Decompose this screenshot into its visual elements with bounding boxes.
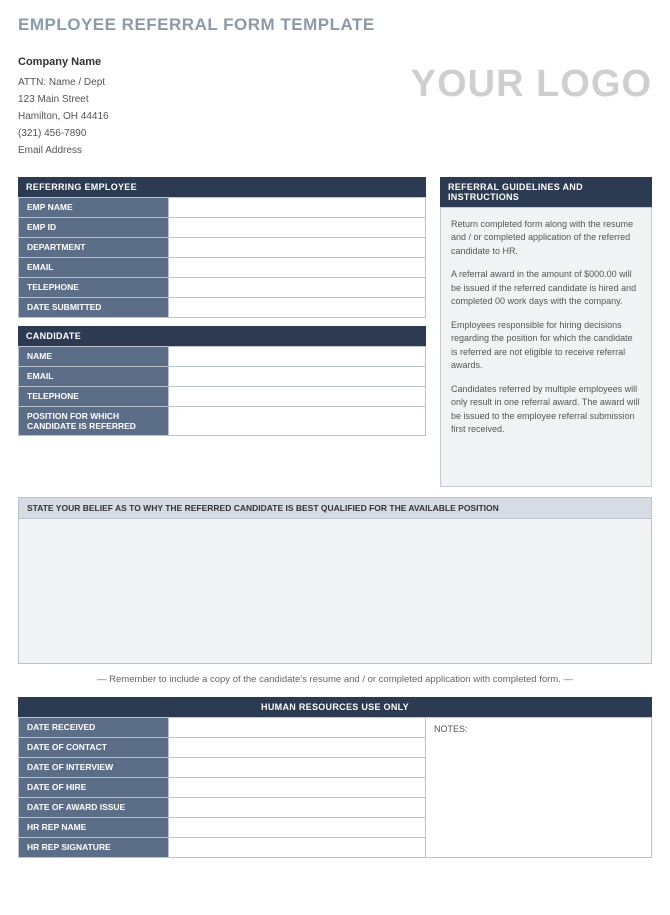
field-label: POSITION FOR WHICH CANDIDATE IS REFERRED [19, 406, 169, 435]
candidate-table: NAME EMAIL TELEPHONE POSITION FOR WHICH … [18, 346, 426, 436]
field-label: EMAIL [19, 366, 169, 386]
company-city: Hamilton, OH 44416 [18, 108, 109, 125]
table-row: EMP ID [19, 217, 426, 237]
field-label: EMP ID [19, 217, 169, 237]
company-phone: (321) 456-7890 [18, 125, 109, 142]
field-label: DATE OF INTERVIEW [19, 757, 169, 777]
field-label: TELEPHONE [19, 386, 169, 406]
referring-header: REFERRING EMPLOYEE [18, 177, 426, 197]
table-row: DATE OF HIRE [19, 777, 426, 797]
guidelines-box: Return completed form along with the res… [440, 207, 652, 487]
company-email: Email Address [18, 142, 109, 159]
right-column: REFERRAL GUIDELINES AND INSTRUCTIONS Ret… [440, 177, 652, 487]
table-row: DATE OF INTERVIEW [19, 757, 426, 777]
table-row: POSITION FOR WHICH CANDIDATE IS REFERRED [19, 406, 426, 435]
field-label: TELEPHONE [19, 277, 169, 297]
table-row: EMP NAME [19, 197, 426, 217]
field-value[interactable] [169, 737, 426, 757]
field-label: NAME [19, 346, 169, 366]
field-label: HR REP NAME [19, 817, 169, 837]
company-block: Company Name ATTN: Name / Dept 123 Main … [18, 53, 109, 159]
field-value[interactable] [169, 717, 426, 737]
header-row: Company Name ATTN: Name / Dept 123 Main … [18, 53, 652, 159]
field-value[interactable] [169, 346, 426, 366]
main-two-col: REFERRING EMPLOYEE EMP NAME EMP ID DEPAR… [18, 177, 652, 487]
table-row: EMAIL [19, 257, 426, 277]
left-column: REFERRING EMPLOYEE EMP NAME EMP ID DEPAR… [18, 177, 426, 487]
table-row: DATE SUBMITTED [19, 297, 426, 317]
field-label: DATE OF CONTACT [19, 737, 169, 757]
company-street: 123 Main Street [18, 91, 109, 108]
guidelines-para: A referral award in the amount of $000.0… [451, 268, 641, 309]
field-value[interactable] [169, 386, 426, 406]
hr-left: DATE RECEIVED DATE OF CONTACT DATE OF IN… [18, 717, 426, 858]
table-row: HR REP NAME [19, 817, 426, 837]
field-value[interactable] [169, 197, 426, 217]
guidelines-para: Candidates referred by multiple employee… [451, 383, 641, 437]
table-row: DATE OF CONTACT [19, 737, 426, 757]
reminder-text: — Remember to include a copy of the cand… [18, 674, 652, 685]
field-value[interactable] [169, 817, 426, 837]
table-row: NAME [19, 346, 426, 366]
hr-table: DATE RECEIVED DATE OF CONTACT DATE OF IN… [18, 717, 426, 858]
company-attn: ATTN: Name / Dept [18, 74, 109, 91]
hr-header: HUMAN RESOURCES USE ONLY [18, 697, 652, 717]
field-label: DATE RECEIVED [19, 717, 169, 737]
field-label: DATE SUBMITTED [19, 297, 169, 317]
table-row: DATE OF AWARD ISSUE [19, 797, 426, 817]
referring-table: EMP NAME EMP ID DEPARTMENT EMAIL TELEPHO… [18, 197, 426, 318]
field-label: DEPARTMENT [19, 237, 169, 257]
company-name: Company Name [18, 53, 109, 72]
field-label: EMP NAME [19, 197, 169, 217]
field-value[interactable] [169, 277, 426, 297]
guidelines-para: Employees responsible for hiring decisio… [451, 319, 641, 373]
field-value[interactable] [169, 797, 426, 817]
hr-notes-box[interactable]: NOTES: [426, 717, 652, 858]
field-value[interactable] [169, 217, 426, 237]
table-row: HR REP SIGNATURE [19, 837, 426, 857]
candidate-header: CANDIDATE [18, 326, 426, 346]
table-row: TELEPHONE [19, 386, 426, 406]
field-value[interactable] [169, 237, 426, 257]
field-value[interactable] [169, 777, 426, 797]
statement-header: STATE YOUR BELIEF AS TO WHY THE REFERRED… [18, 497, 652, 519]
field-label: DATE OF HIRE [19, 777, 169, 797]
field-value[interactable] [169, 757, 426, 777]
field-value[interactable] [169, 257, 426, 277]
field-label: HR REP SIGNATURE [19, 837, 169, 857]
field-value[interactable] [169, 297, 426, 317]
statement-box[interactable] [18, 519, 652, 664]
guidelines-para: Return completed form along with the res… [451, 218, 641, 259]
table-row: TELEPHONE [19, 277, 426, 297]
table-row: EMAIL [19, 366, 426, 386]
hr-notes-label: NOTES: [434, 724, 468, 734]
guidelines-header: REFERRAL GUIDELINES AND INSTRUCTIONS [440, 177, 652, 207]
table-row: DEPARTMENT [19, 237, 426, 257]
table-row: DATE RECEIVED [19, 717, 426, 737]
page-title: EMPLOYEE REFERRAL FORM TEMPLATE [18, 15, 652, 35]
field-value[interactable] [169, 366, 426, 386]
hr-row: DATE RECEIVED DATE OF CONTACT DATE OF IN… [18, 717, 652, 858]
logo-placeholder: YOUR LOGO [411, 63, 652, 106]
field-value[interactable] [169, 406, 426, 435]
field-label: EMAIL [19, 257, 169, 277]
field-value[interactable] [169, 837, 426, 857]
field-label: DATE OF AWARD ISSUE [19, 797, 169, 817]
